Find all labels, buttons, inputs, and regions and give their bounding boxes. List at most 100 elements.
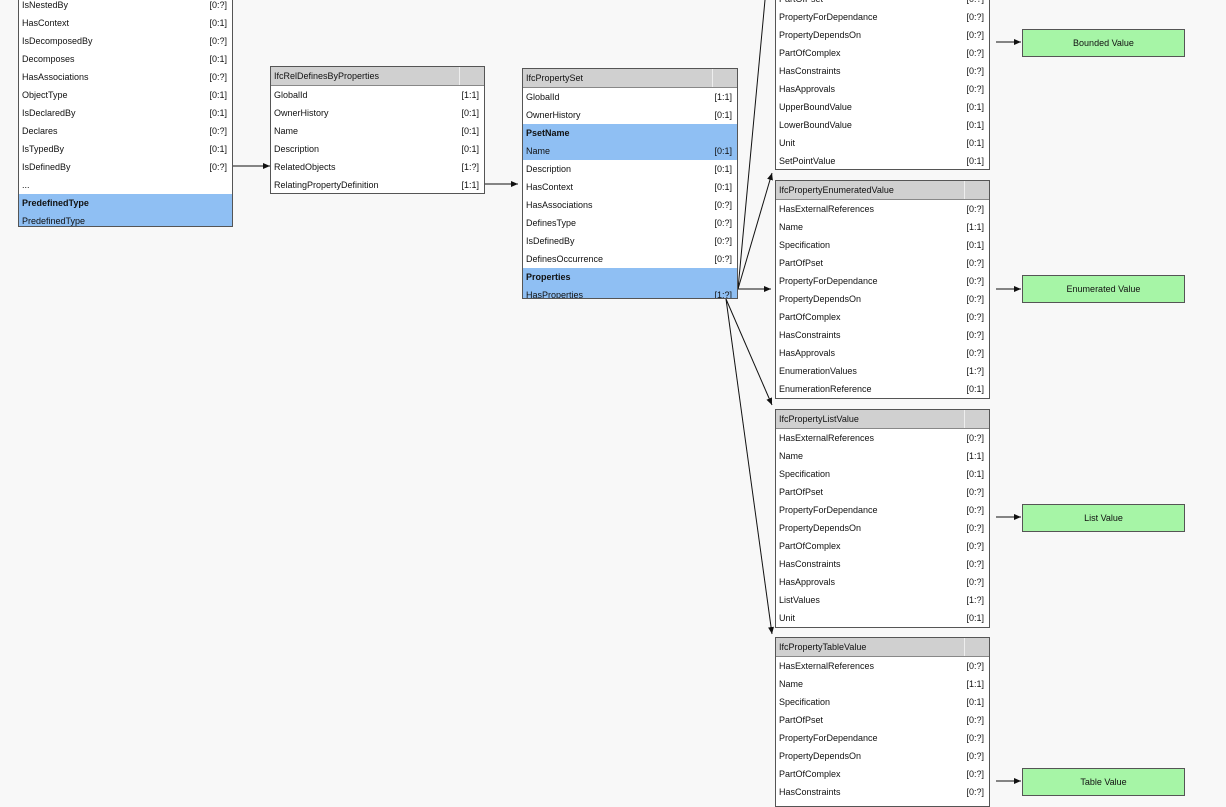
attr-name: RelatingPropertyDefinition [274, 180, 379, 190]
attribute-row: LowerBoundValue [0:1] [776, 116, 989, 134]
attr-name: EnumerationReference [779, 384, 872, 394]
attribute-row: EnumerationReference [0:1] [776, 380, 989, 398]
attr-cardinality: [0:1] [966, 102, 984, 112]
attr-cardinality: [1:?] [966, 595, 984, 605]
entity-rows: Description [0:1] HasContext [0:1] HasAssoci… [523, 160, 737, 268]
attr-cardinality: [0:?] [966, 661, 984, 671]
entity-rows: GlobalId [1:1] OwnerHistory [0:1] [523, 88, 737, 124]
attribute-row: HasConstraints [0:?] [776, 326, 989, 344]
attr-name: Specification [779, 469, 831, 479]
attr-cardinality: [0:?] [209, 0, 227, 10]
attr-name: PropertyDependsOn [779, 294, 862, 304]
attribute-row: OwnerHistory [0:1] [523, 106, 737, 124]
propertylistvalue-box: IfcPropertyListValue HasExternalReferenc… [775, 409, 990, 628]
attr-cardinality: [0:1] [966, 120, 984, 130]
attr-name: HasConstraints [779, 559, 841, 569]
attr-name: PartOfPset [779, 487, 824, 497]
row-predefinedtype: PredefinedType [19, 212, 232, 226]
attr-cardinality: [0:?] [714, 218, 732, 228]
attr-cardinality: [0:1] [714, 146, 732, 156]
attr-name: Name [779, 222, 804, 232]
attribute-row: Name [1:1] [776, 218, 989, 236]
attr-name: Declares [22, 126, 58, 136]
attr-name: HasContext [22, 18, 70, 28]
attr-name: EnumerationValues [779, 366, 857, 376]
attribute-row: PartOfComplex [0:?] [776, 44, 989, 62]
attr-cardinality: [0:1] [209, 54, 227, 64]
attr-name: PartOfComplex [779, 541, 841, 551]
attr-cardinality: [0:?] [966, 348, 984, 358]
attr-name: HasApprovals [779, 84, 836, 94]
attr-cardinality: [0:1] [209, 144, 227, 154]
attribute-row: HasExternalReferences [0:?] [776, 657, 989, 675]
attr-cardinality: [0:1] [966, 138, 984, 148]
attribute-row: IsDefinedBy [0:?] [19, 158, 232, 176]
attr-cardinality: [0:1] [714, 164, 732, 174]
attr-name: HasExternalReferences [779, 204, 875, 214]
attribute-row: ListValues [1:?] [776, 591, 989, 609]
attr-name: IsDeclaredBy [22, 108, 76, 118]
attribute-row: PropertyForDependance [0:?] [776, 729, 989, 747]
propertytablevalue-box: IfcPropertyTableValue HasExternalReferen… [775, 637, 990, 807]
attr-name: UpperBoundValue [779, 102, 852, 112]
attr-cardinality: [0:?] [966, 66, 984, 76]
attribute-row: PartOfComplex [0:?] [776, 765, 989, 783]
attribute-row: HasAssociations [0:?] [19, 68, 232, 86]
attr-cardinality: [1:1] [461, 180, 479, 190]
attr-cardinality: [0:?] [966, 715, 984, 725]
attribute-row: IsTypedBy [0:1] [19, 140, 232, 158]
attribute-row: OwnerHistory [0:1] [271, 104, 484, 122]
group-predefinedtype: PredefinedType [19, 194, 232, 212]
attr-name: Name [526, 146, 551, 156]
attr-cardinality: [0:?] [966, 505, 984, 515]
group-psetname: PsetName [523, 124, 737, 142]
entity-rows: GlobalId [1:1] OwnerHistory [0:1] Name [0:1] D… [271, 86, 484, 193]
object-entity-rows: IsNestedBy [0:?] HasContext [0:1] IsDecompos… [19, 0, 232, 194]
row-hasproperties: HasProperties [1:?] [523, 286, 737, 299]
group-title: Properties [526, 272, 571, 282]
entity-rows: HasExternalReferences [0:?] Name [1:1] Speci… [776, 657, 989, 801]
attr-cardinality: [0:?] [714, 254, 732, 264]
attr-cardinality: [0:?] [966, 487, 984, 497]
attribute-row: HasConstraints [0:?] [776, 783, 989, 801]
attribute-row: PropertyDependsOn [0:?] [776, 26, 989, 44]
attribute-row: PartOfPset [0:?] [776, 483, 989, 501]
attr-name: HasConstraints [779, 787, 841, 797]
attr-name: PartOfPset [779, 715, 824, 725]
attribute-row: Name [1:1] [776, 675, 989, 693]
attribute-row: Description [0:1] [523, 160, 737, 178]
attr-name: Unit [779, 613, 796, 623]
attr-name: GlobalId [526, 92, 560, 102]
attribute-row: PartOfComplex [0:?] [776, 537, 989, 555]
attr-name: DefinesOccurrence [526, 254, 604, 264]
bounded-value-box: Bounded Value [1022, 29, 1185, 57]
attr-name: GlobalId [274, 90, 308, 100]
attr-name: IsTypedBy [22, 144, 65, 154]
attribute-row: HasContext [0:1] [523, 178, 737, 196]
attr-cardinality: [1:?] [714, 290, 732, 299]
attr-cardinality: [0:?] [714, 200, 732, 210]
attribute-row: IsDefinedBy [0:?] [523, 232, 737, 250]
attribute-row: HasExternalReferences [0:?] [776, 429, 989, 447]
attr-name: HasContext [526, 182, 574, 192]
attr-name: PropertyDependsOn [779, 30, 862, 40]
propertyenumeratedvalue-box: IfcPropertyEnumeratedValue HasExternalRe… [775, 180, 990, 399]
attr-cardinality: [0:?] [966, 523, 984, 533]
attr-name: PartOfComplex [779, 769, 841, 779]
attr-name: Specification [779, 240, 831, 250]
attr-name: PredefinedType [22, 216, 86, 226]
attr-cardinality: [0:1] [461, 126, 479, 136]
attr-name: Specification [779, 697, 831, 707]
attr-name: Name [779, 451, 804, 461]
attribute-row: Name [1:1] [776, 447, 989, 465]
attribute-row: DefinesType [0:?] [523, 214, 737, 232]
attr-cardinality: [0:?] [209, 36, 227, 46]
attr-cardinality: [0:1] [209, 108, 227, 118]
group-title: PredefinedType [22, 198, 89, 208]
attribute-row: PropertyForDependance [0:?] [776, 272, 989, 290]
attribute-row: PropertyForDependance [0:?] [776, 8, 989, 26]
attr-name: LowerBoundValue [779, 120, 852, 130]
attribute-row: IsNestedBy [0:?] [19, 0, 232, 14]
attr-name: RelatedObjects [274, 162, 336, 172]
attribute-row: PartOfPset [0:?] [776, 254, 989, 272]
